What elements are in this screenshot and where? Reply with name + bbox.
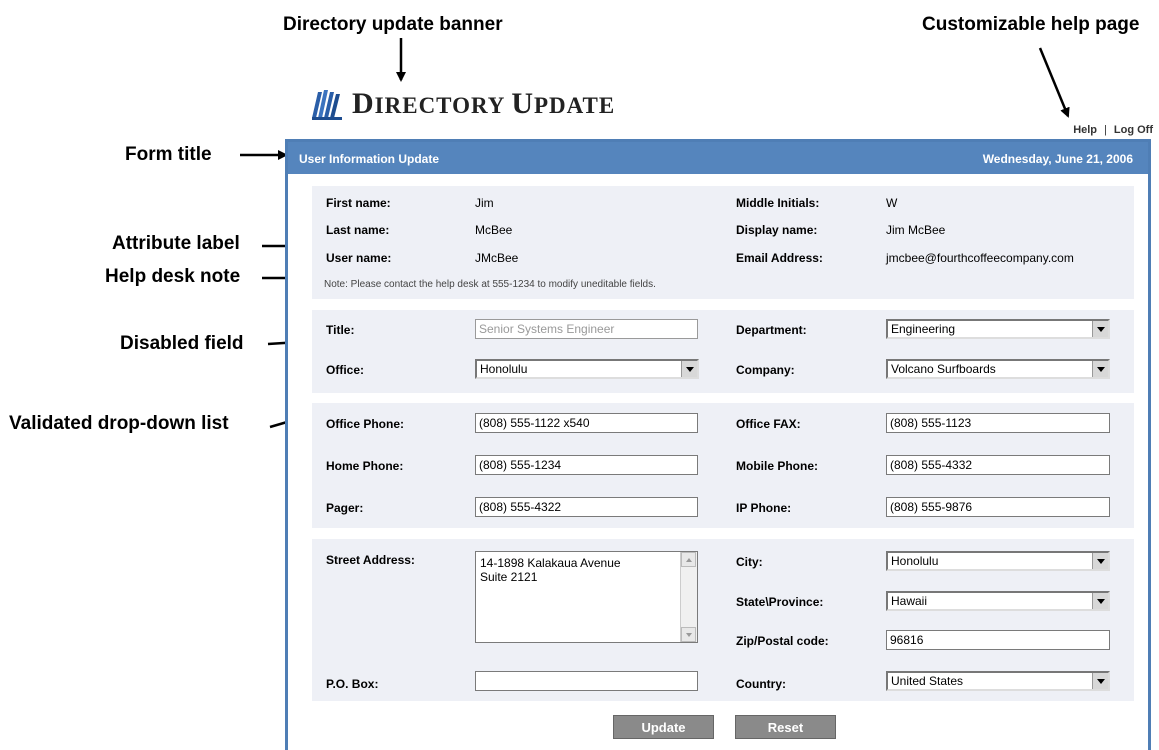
first-name-label: First name:	[326, 196, 391, 210]
chevron-down-icon[interactable]	[681, 361, 697, 377]
company-label: Company:	[736, 363, 795, 377]
city-select[interactable]: Honolulu	[886, 551, 1110, 571]
company-select[interactable]: Volcano Surfboards	[886, 359, 1110, 379]
current-date: Wednesday, June 21, 2006	[982, 152, 1133, 166]
ip-phone-field[interactable]: (808) 555-9876	[886, 497, 1110, 517]
office-phone-field[interactable]: (808) 555-1122 x540	[475, 413, 698, 433]
scroll-up-icon[interactable]	[681, 552, 696, 567]
logo-text: DIRECTORY UPDATE	[352, 87, 616, 120]
country-selected-value: United States	[891, 674, 964, 688]
mobile-phone-label: Mobile Phone:	[736, 459, 818, 473]
chevron-down-icon[interactable]	[1092, 321, 1108, 337]
top-links: Help | Log Off	[1073, 124, 1153, 136]
middle-initials-label: Middle Initials:	[736, 196, 820, 210]
chevron-down-icon[interactable]	[1092, 673, 1108, 689]
state-select[interactable]: Hawaii	[886, 591, 1110, 611]
display-name-label: Display name:	[736, 223, 818, 237]
scroll-down-icon[interactable]	[681, 627, 696, 642]
home-phone-label: Home Phone:	[326, 459, 404, 473]
office-fax-field[interactable]: (808) 555-1123	[886, 413, 1110, 433]
user-name-label: User name:	[326, 251, 392, 265]
help-desk-note: Note: Please contact the help desk at 55…	[324, 279, 656, 290]
address-section: Street Address: 14-1898 Kalakaua Avenue …	[312, 539, 1134, 701]
title-label: Title:	[326, 323, 355, 337]
help-link[interactable]: Help	[1073, 124, 1097, 136]
email-label: Email Address:	[736, 251, 823, 265]
zip-label: Zip/Postal code:	[736, 634, 829, 648]
office-fax-label: Office FAX:	[736, 417, 801, 431]
form-title: User Information Update	[299, 152, 440, 166]
book-stack-icon	[312, 90, 342, 120]
pobox-field[interactable]	[475, 671, 698, 691]
user-name-value: JMcBee	[475, 251, 519, 265]
readonly-section: First name: Jim Middle Initials: W Last …	[312, 186, 1134, 299]
update-button[interactable]: Update	[613, 715, 714, 739]
office-select[interactable]: Honolulu	[475, 359, 699, 379]
chevron-down-icon[interactable]	[1092, 553, 1108, 569]
office-label: Office:	[326, 363, 365, 377]
textarea-scrollbar[interactable]	[680, 552, 697, 642]
last-name-value: McBee	[475, 223, 513, 237]
pobox-label: P.O. Box:	[326, 677, 379, 691]
street-address-field[interactable]: 14-1898 Kalakaua Avenue Suite 2121	[475, 551, 698, 643]
organization-section: Title: Senior Systems Engineer Departmen…	[312, 310, 1134, 393]
street-line-1: 14-1898 Kalakaua Avenue	[480, 556, 621, 570]
logoff-link[interactable]: Log Off	[1114, 124, 1153, 136]
chevron-down-icon[interactable]	[1092, 361, 1108, 377]
phones-section: Office Phone: (808) 555-1122 x540 Office…	[312, 403, 1134, 528]
department-select[interactable]: Engineering	[886, 319, 1110, 339]
link-separator: |	[1104, 124, 1107, 136]
city-selected-value: Honolulu	[891, 554, 939, 568]
display-name-value: Jim McBee	[886, 223, 946, 237]
mobile-phone-field[interactable]: (808) 555-4332	[886, 455, 1110, 475]
street-line-2: Suite 2121	[480, 570, 538, 584]
city-label: City:	[736, 555, 763, 569]
company-selected-value: Volcano Surfboards	[891, 362, 996, 376]
state-selected-value: Hawaii	[891, 594, 928, 608]
office-selected-value: Honolulu	[480, 362, 528, 376]
office-phone-label: Office Phone:	[326, 417, 405, 431]
form-frame: User Information Update Wednesday, June …	[285, 139, 1151, 750]
chevron-down-icon[interactable]	[1092, 593, 1108, 609]
last-name-label: Last name:	[326, 223, 390, 237]
department-selected-value: Engineering	[891, 322, 956, 336]
first-name-value: Jim	[475, 196, 494, 210]
department-label: Department:	[736, 323, 807, 337]
country-select[interactable]: United States	[886, 671, 1110, 691]
pager-label: Pager:	[326, 501, 364, 515]
country-label: Country:	[736, 677, 786, 691]
middle-initials-value: W	[886, 196, 898, 210]
form-title-bar: User Information Update Wednesday, June …	[288, 142, 1148, 174]
email-value: jmcbee@fourthcoffeecompany.com	[886, 251, 1074, 265]
street-address-label: Street Address:	[326, 553, 415, 567]
reset-button[interactable]: Reset	[735, 715, 836, 739]
directory-update-logo: DIRECTORY UPDATE	[310, 86, 615, 122]
ip-phone-label: IP Phone:	[736, 501, 792, 515]
state-label: State\Province:	[736, 595, 824, 609]
title-field: Senior Systems Engineer	[475, 319, 698, 339]
pager-field[interactable]: (808) 555-4322	[475, 497, 698, 517]
zip-field[interactable]: 96816	[886, 630, 1110, 650]
home-phone-field[interactable]: (808) 555-1234	[475, 455, 698, 475]
